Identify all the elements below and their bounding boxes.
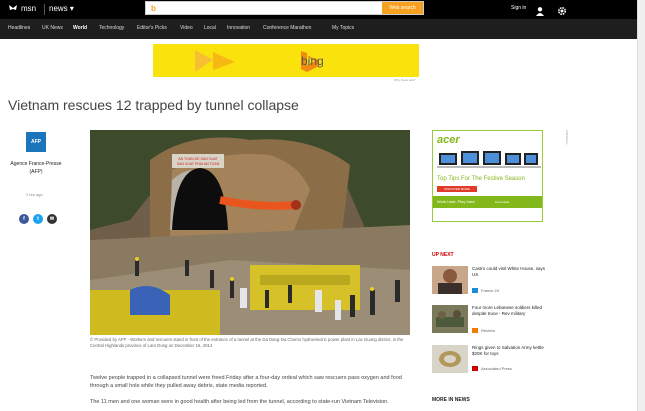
intel-inside-label: Intel Inside bbox=[494, 200, 510, 204]
nav-item-video[interactable]: Video bbox=[180, 25, 193, 31]
web-search-button[interactable]: Web search bbox=[382, 2, 423, 14]
acer-tagline: Work hard. Play hard. Intel Inside bbox=[433, 196, 542, 208]
up-next-source: Reuters bbox=[472, 328, 495, 333]
thumbnail-image bbox=[432, 266, 468, 294]
adchoices-badge[interactable]: AdChoices bbox=[565, 130, 569, 145]
article-paragraph: Twelve people trapped in a collapsed tun… bbox=[90, 375, 402, 389]
article-time: 2 hrs ago bbox=[26, 192, 43, 197]
acer-headline: Top Tips For The Festive Season bbox=[437, 176, 525, 182]
article-photo[interactable]: AN TOAN DE SAN XUAT SAN XUAT PHAI AN TOA… bbox=[90, 130, 410, 335]
up-next-title[interactable]: Castro could visit White House, says US bbox=[472, 266, 552, 277]
news-section-menu[interactable]: news ▾ bbox=[49, 4, 74, 13]
article-source[interactable]: Agence France-Presse (AFP) bbox=[8, 160, 64, 176]
bing-banner-ad[interactable]: bing bbox=[153, 44, 419, 77]
acer-ad[interactable]: acer Top Tips For The Festive Season DIS… bbox=[432, 130, 543, 222]
tunnel-sign-line-1: AN TOAN DE SAN XUAT bbox=[178, 157, 218, 161]
source-logo-icon bbox=[472, 366, 478, 371]
up-next-title[interactable]: Four more Lebanese soldiers killed despi… bbox=[472, 305, 552, 316]
msn-logo[interactable]: msn bbox=[8, 4, 36, 13]
gear-icon[interactable] bbox=[557, 3, 567, 16]
email-icon[interactable]: ✉ bbox=[47, 214, 57, 224]
up-next-source: Associated Press bbox=[472, 366, 512, 371]
nav-item-world[interactable]: World bbox=[73, 25, 87, 31]
list-item[interactable]: Castro could visit White House, says US … bbox=[432, 266, 552, 296]
up-next-source-label: Associated Press bbox=[481, 366, 512, 371]
nav-item-technology[interactable]: Technology bbox=[99, 25, 124, 31]
afp-logo[interactable]: AFP bbox=[26, 132, 46, 152]
bing-chevron-graphic bbox=[195, 50, 319, 72]
chevron-down-icon: ▾ bbox=[69, 4, 74, 13]
ad-note[interactable]: Why these ads? bbox=[394, 78, 416, 82]
nav-item-local[interactable]: Local bbox=[204, 25, 216, 31]
facebook-icon[interactable]: f bbox=[19, 214, 29, 224]
bing-text: bing bbox=[301, 54, 324, 68]
nav-item-my-topics[interactable]: My Topics bbox=[332, 25, 354, 31]
list-item[interactable]: Rings given to Salvation Army kettle $20… bbox=[432, 345, 552, 375]
article-title: Vietnam rescues 12 trapped by tunnel col… bbox=[8, 97, 299, 113]
msn-label: msn bbox=[21, 4, 37, 13]
up-next-source-label: Reuters bbox=[481, 328, 496, 333]
user-icon[interactable] bbox=[535, 3, 545, 16]
more-in-news-label: MORE IN NEWS bbox=[432, 397, 470, 403]
up-next-source-label: France 24 bbox=[481, 288, 500, 293]
nav-bar: Headlines UK News World Technology Edito… bbox=[0, 19, 637, 39]
discover-more-button[interactable]: DISCOVER MORE bbox=[437, 186, 477, 192]
bing-icon: b bbox=[151, 4, 156, 13]
search-box[interactable]: b Web search bbox=[145, 1, 424, 15]
source-logo-icon bbox=[472, 288, 478, 293]
news-section-label: news bbox=[49, 4, 68, 13]
up-next-label: UP NEXT bbox=[432, 252, 454, 258]
up-next-source: France 24 bbox=[472, 288, 499, 293]
source-logo-icon bbox=[472, 328, 478, 333]
butterfly-icon bbox=[8, 4, 18, 13]
acer-tagline-text: Work hard. Play hard. bbox=[437, 199, 476, 204]
article-paragraph: The 11 men and one woman were in good he… bbox=[90, 399, 389, 405]
up-next-title[interactable]: Rings given to Salvation Army kettle $20… bbox=[472, 345, 552, 356]
top-bar: msn news ▾ b Web search Sign in bbox=[0, 0, 637, 19]
divider bbox=[44, 4, 45, 15]
twitter-icon[interactable]: t bbox=[33, 214, 43, 224]
nav-item-uk-news[interactable]: UK News bbox=[42, 25, 63, 31]
nav-item-editors-picks[interactable]: Editor's Picks bbox=[137, 25, 167, 31]
nav-item-conference-marathon[interactable]: Conference Marathon bbox=[263, 25, 311, 31]
thumbnail-image bbox=[432, 305, 468, 333]
photo-caption: © Provided by AFP · Workers and rescuers… bbox=[90, 337, 404, 348]
laptop-icons bbox=[437, 151, 541, 168]
sign-in-link[interactable]: Sign in bbox=[511, 5, 526, 11]
scrollbar[interactable] bbox=[637, 0, 645, 411]
thumbnail-image bbox=[432, 345, 468, 373]
nav-item-innovation[interactable]: Innovation bbox=[227, 25, 250, 31]
acer-logo: acer bbox=[437, 134, 460, 146]
tunnel-collapse-photo: AN TOAN DE SAN XUAT SAN XUAT PHAI AN TOA… bbox=[90, 130, 410, 335]
list-item[interactable]: Four more Lebanese soldiers killed despi… bbox=[432, 305, 552, 335]
nav-item-headlines[interactable]: Headlines bbox=[8, 25, 30, 31]
share-buttons: f t ✉ bbox=[19, 214, 57, 224]
tunnel-sign-line-2: SAN XUAT PHAI AN TOAN bbox=[177, 162, 220, 166]
